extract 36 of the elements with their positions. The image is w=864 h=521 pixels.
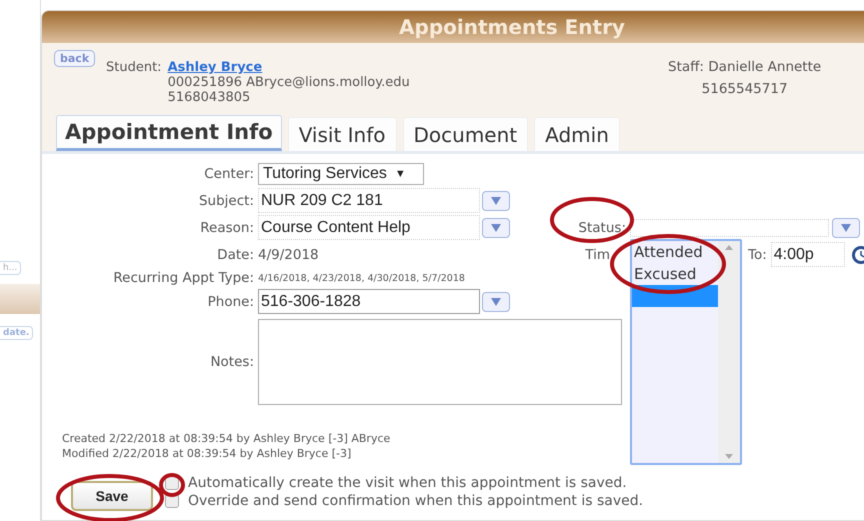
field-label: Tim: [585, 246, 611, 262]
field-label: Recurring Appt Type:: [112, 270, 254, 286]
end-time-field[interactable]: 4:00p: [770, 242, 845, 267]
field-label: Notes:: [209, 354, 254, 370]
field-label: Subject:: [198, 192, 254, 208]
tab[interactable]: Appointment Info: [56, 115, 282, 151]
tab[interactable]: Document: [402, 117, 528, 151]
window-title: Appointments Entry: [42, 11, 864, 43]
tab[interactable]: Visit Info: [288, 117, 397, 151]
listbox-option[interactable]: Attended: [632, 240, 718, 262]
reason-field[interactable]: Course Content Help: [258, 215, 480, 240]
audit-text: Created 2/22/2018 at 08:39:54 by Ashley Bryce [-3] ABryce: [62, 431, 390, 446]
staff-name: Staff: Danielle Annette: [668, 59, 822, 75]
staff-phone: 5165545717: [702, 81, 788, 97]
field-label: Status:: [577, 220, 626, 236]
checkbox-label: Automatically create the visit when this appointment is saved.: [188, 475, 627, 491]
center-select[interactable]: Tutoring Services ▼: [258, 162, 424, 184]
subject-field[interactable]: NUR 209 C2 181: [258, 188, 480, 213]
student-label: Student:: [106, 60, 162, 77]
phone-field[interactable]: 516-306-1828: [258, 289, 480, 314]
field-label: Reason:: [199, 220, 254, 236]
audit-text: Modified 2/22/2018 at 08:39:54 by Ashley Bryce [-3]: [62, 446, 352, 461]
status-listbox[interactable]: Attended Excused: [630, 238, 742, 464]
date-value: 4/9/2018: [258, 246, 320, 264]
field-label: Center:: [203, 166, 254, 182]
recurring-dates: 4/16/2018, 4/23/2018, 4/30/2018, 5/7/2018: [258, 272, 466, 286]
listbox-option[interactable]: Excused: [632, 262, 718, 284]
student-link[interactable]: Ashley Bryce: [168, 60, 410, 75]
field-label: Date:: [216, 246, 254, 262]
save-button[interactable]: Save: [71, 481, 153, 511]
student-phone: 5168043805: [168, 90, 252, 105]
student-id-email: 000251896 ABryce@lions.molloy.edu: [168, 75, 410, 90]
tab[interactable]: Admin: [534, 117, 620, 151]
field-label: Phone:: [206, 294, 254, 310]
checkbox-label: Override and send confirmation when this appointment is saved.: [188, 493, 644, 509]
field-label: To:: [748, 246, 767, 262]
